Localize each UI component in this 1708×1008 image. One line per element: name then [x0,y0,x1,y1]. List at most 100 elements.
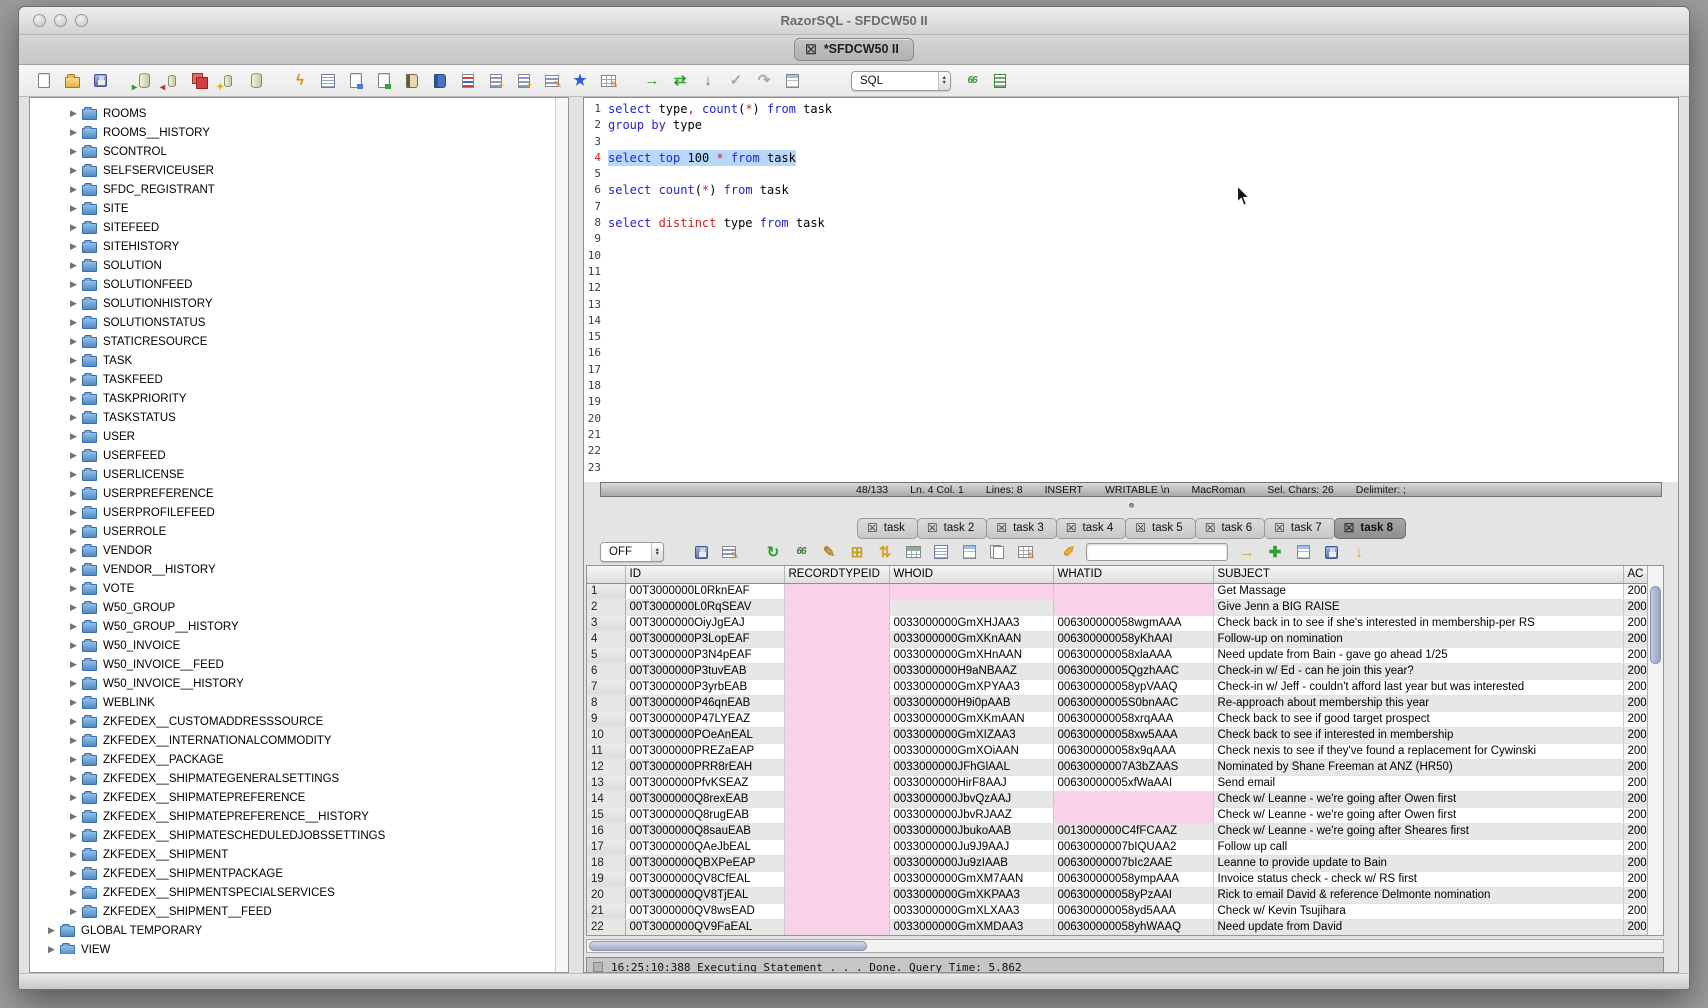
tree-item-weblink[interactable]: ▶WEBLINK [30,693,568,712]
cell[interactable]: Leanne to provide update to Bain [1213,855,1623,871]
expand-arrow-icon[interactable]: ▶ [70,602,82,613]
cell[interactable] [784,599,889,615]
tree-item-rooms[interactable]: ▶ROOMS [30,104,568,123]
tree-item-solutionfeed[interactable]: ▶SOLUTIONFEED [30,275,568,294]
cell[interactable] [784,679,889,695]
max-rows-select[interactable]: OFF▲▼ [600,542,664,562]
scrollbar-thumb[interactable] [1650,586,1661,664]
cell[interactable]: Check-in w/ Ed - can he join this year? [1213,663,1623,679]
cell[interactable]: 0033000000GmXHJAA3 [889,615,1053,631]
list-import-icon[interactable] [513,70,535,92]
expand-arrow-icon[interactable]: ▶ [70,374,82,385]
close-all-connections-icon[interactable] [189,70,211,92]
cell[interactable]: 00T3000000QAeJbEAL [625,839,784,855]
column-header-whoid[interactable]: WHOID [889,566,1053,583]
refresh-icon[interactable]: ↻ [762,541,784,563]
cell[interactable]: 200 [1623,727,1647,743]
expand-arrow-icon[interactable]: ▶ [70,526,82,537]
cell[interactable]: 200 [1623,775,1647,791]
cell[interactable]: Check nexis to see if they've found a re… [1213,743,1623,759]
cell[interactable]: 0033000000JFhGlAAL [889,759,1053,775]
cell[interactable]: 0033000000GmXM7AAN [889,871,1053,887]
table-row[interactable]: 1100T3000000PREZaEAP0033000000GmXOiAAN00… [587,743,1647,759]
expand-arrow-icon[interactable]: ▶ [70,906,82,917]
tree-item-solution[interactable]: ▶SOLUTION [30,256,568,275]
tree-item-zkfedex-shipmatepreference[interactable]: ▶ZKFEDEX__SHIPMATEPREFERENCE [30,788,568,807]
tree-item-vote[interactable]: ▶VOTE [30,579,568,598]
execute-all-icon[interactable]: ⇄ [669,70,691,92]
cell[interactable]: 00T3000000PREZaEAP [625,743,784,759]
cell[interactable]: 00T3000000P3N4pEAF [625,647,784,663]
tree-item-w50-invoice-feed[interactable]: ▶W50_INVOICE__FEED [30,655,568,674]
tree-item-staticresource[interactable]: ▶STATICRESOURCE [30,332,568,351]
cell[interactable]: 00630000005xfWaAAI [1053,775,1213,791]
close-button[interactable] [33,14,46,27]
cell[interactable]: 006300000058yhWAAQ [1053,919,1213,935]
cell[interactable]: 0033000000H9i0pAAB [889,695,1053,711]
cell[interactable] [784,631,889,647]
describe-table-icon[interactable] [317,70,339,92]
cell[interactable]: 006300000058xw5AAA [1053,727,1213,743]
execute-statement-icon[interactable]: → [641,70,663,92]
cell[interactable]: 00T3000000L0RqSEAV [625,599,784,615]
table-row[interactable]: 2100T3000000QV8wsEAD0033000000GmXLXAA300… [587,903,1647,919]
expand-arrow-icon[interactable]: ▶ [70,393,82,404]
tree-item-zkfedex-shipmatescheduledjobssettings[interactable]: ▶ZKFEDEX__SHIPMATESCHEDULEDJOBSSETTINGS [30,826,568,845]
tab-close-icon[interactable]: ☒ [927,522,938,534]
tree-item-zkfedex-internationalcommodity[interactable]: ▶ZKFEDEX__INTERNATIONALCOMMODITY [30,731,568,750]
cell[interactable]: Check w/ Leanne - we're going after Owen… [1213,807,1623,823]
table-row[interactable]: 1400T3000000Q8rexEAB0033000000JbvQzAAJCh… [587,791,1647,807]
tree-item-w50-group[interactable]: ▶W50_GROUP [30,598,568,617]
cell[interactable]: 200 [1623,903,1647,919]
results-table[interactable]: IDRECORDTYPEIDWHOIDWHATIDSUBJECTAC 100T3… [587,566,1647,935]
cell[interactable]: 200 [1623,887,1647,903]
cell[interactable]: 00T3000000QV8wsEAD [625,903,784,919]
cell[interactable]: 0033000000JbvRJAAZ [889,807,1053,823]
tree-item-task[interactable]: ▶TASK [30,351,568,370]
cell[interactable] [1053,599,1213,615]
filter-results-icon[interactable] [718,541,740,563]
expand-arrow-icon[interactable]: ▶ [70,621,82,632]
expand-arrow-icon[interactable]: ▶ [70,203,82,214]
tab-close-icon[interactable]: ☒ [996,522,1007,534]
cell[interactable] [784,743,889,759]
tree-item-zkfedex-shipmentpackage[interactable]: ▶ZKFEDEX__SHIPMENTPACKAGE [30,864,568,883]
tree-item-w50-invoice[interactable]: ▶W50_INVOICE [30,636,568,655]
expand-arrow-icon[interactable]: ▶ [70,450,82,461]
cell[interactable]: 200 [1623,807,1647,823]
expand-arrow-icon[interactable]: ▶ [70,127,82,138]
tree-item-user[interactable]: ▶USER [30,427,568,446]
cell[interactable] [784,871,889,887]
cell[interactable]: Invoice status check - check w/ RS first [1213,871,1623,887]
cell[interactable] [784,759,889,775]
cell[interactable]: 200 [1623,759,1647,775]
cell[interactable]: 006300000058xrqAAA [1053,711,1213,727]
tree-item-zkfedex-shipmatepreference-history[interactable]: ▶ZKFEDEX__SHIPMATEPREFERENCE__HISTORY [30,807,568,826]
cell[interactable]: 0033000000Ju9J9AAJ [889,839,1053,855]
highlight-icon[interactable]: ✐ [1058,541,1080,563]
cell[interactable]: 0033000000GmXHnAAN [889,647,1053,663]
cell[interactable]: 200 [1623,743,1647,759]
expand-arrow-icon[interactable]: ▶ [70,868,82,879]
expand-arrow-icon[interactable]: ▶ [70,298,82,309]
expand-arrow-icon[interactable]: ▶ [70,545,82,556]
form-view-icon[interactable] [930,541,952,563]
search-input[interactable] [1086,543,1228,561]
tab-close-icon[interactable]: ☒ [1135,522,1146,534]
cell[interactable] [784,855,889,871]
table-row[interactable]: 700T3000000P3yrbEAB0033000000GmXPYAA3006… [587,679,1647,695]
result-tab-task-7[interactable]: ☒task 7 [1264,518,1334,539]
cell[interactable]: 200 [1623,839,1647,855]
cell[interactable]: 006300000058ympAAA [1053,871,1213,887]
expand-arrow-icon[interactable]: ▶ [70,678,82,689]
cell[interactable]: 00T3000000PfvKSEAZ [625,775,784,791]
tree-item-taskfeed[interactable]: ▶TASKFEED [30,370,568,389]
cell[interactable]: 00T3000000Q8sauEAB [625,823,784,839]
cell[interactable] [784,775,889,791]
tree-item-userrole[interactable]: ▶USERROLE [30,522,568,541]
new-file-icon[interactable] [33,70,55,92]
tree-item-zkfedex-customaddresssource[interactable]: ▶ZKFEDEX__CUSTOMADDRESSSOURCE [30,712,568,731]
cell[interactable]: 0033000000GmXKPAA3 [889,887,1053,903]
tree-item-zkfedex-shipmategeneralsettings[interactable]: ▶ZKFEDEX__SHIPMATEGENERALSETTINGS [30,769,568,788]
expand-arrow-icon[interactable]: ▶ [70,830,82,841]
